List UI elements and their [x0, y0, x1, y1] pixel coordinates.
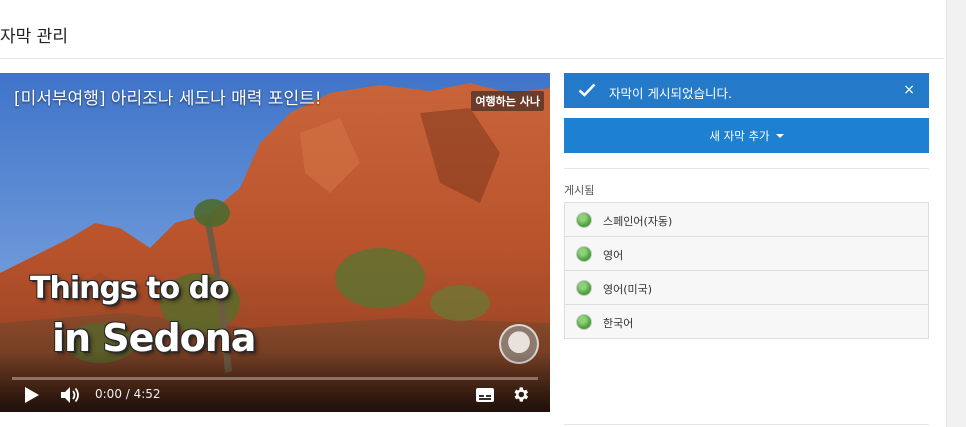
language-item-spanish-auto[interactable]: 스페인어(자동) — [565, 203, 928, 237]
published-section-label: 게시됨 — [564, 184, 595, 197]
language-name: 한국어 — [603, 317, 634, 330]
close-icon[interactable]: × — [903, 82, 915, 98]
volume-icon[interactable] — [60, 386, 82, 404]
controls-background — [0, 352, 550, 412]
section-divider — [564, 168, 929, 169]
status-dot-icon — [576, 212, 592, 228]
page-header: 자막 관리 — [0, 0, 944, 59]
published-language-list: 스페인어(자동) 영어 영어(미국) 한국어 — [564, 202, 929, 339]
success-alert: 자막이 게시되었습니다. × — [564, 73, 929, 108]
language-item-korean[interactable]: 한국어 — [565, 305, 928, 339]
play-icon[interactable] — [24, 386, 40, 404]
check-icon — [578, 83, 596, 97]
video-title[interactable]: [미서부여행] 아리조나 세도나 매력 포인트! — [14, 84, 322, 109]
language-name: 스페인어(자동) — [603, 215, 673, 228]
add-subtitle-button[interactable]: 새 자막 추가 — [564, 118, 929, 153]
language-item-english[interactable]: 영어 — [565, 237, 928, 271]
language-name: 영어 — [603, 249, 624, 262]
status-dot-icon — [576, 280, 592, 296]
time-display: 0:00 / 4:52 — [95, 387, 161, 401]
language-name: 영어(미국) — [603, 283, 653, 296]
language-item-english-us[interactable]: 영어(미국) — [565, 271, 928, 305]
page-title: 자막 관리 — [0, 27, 68, 47]
section-divider — [564, 424, 929, 425]
scrollbar[interactable] — [946, 0, 966, 427]
chevron-down-icon — [775, 133, 784, 138]
captions-icon[interactable] — [475, 387, 495, 403]
thumbnail-caption-line1: Things to do — [30, 271, 230, 306]
alert-message: 자막이 게시되었습니다. — [609, 86, 732, 101]
status-dot-icon — [576, 246, 592, 262]
status-dot-icon — [576, 314, 592, 330]
channel-watermark: 여행하는 사나 — [471, 91, 544, 111]
add-subtitle-label: 새 자막 추가 — [709, 128, 770, 143]
video-player[interactable]: [미서부여행] 아리조나 세도나 매력 포인트! 여행하는 사나 Things … — [0, 73, 550, 412]
gear-icon[interactable] — [511, 385, 530, 404]
progress-bar[interactable] — [12, 377, 538, 380]
